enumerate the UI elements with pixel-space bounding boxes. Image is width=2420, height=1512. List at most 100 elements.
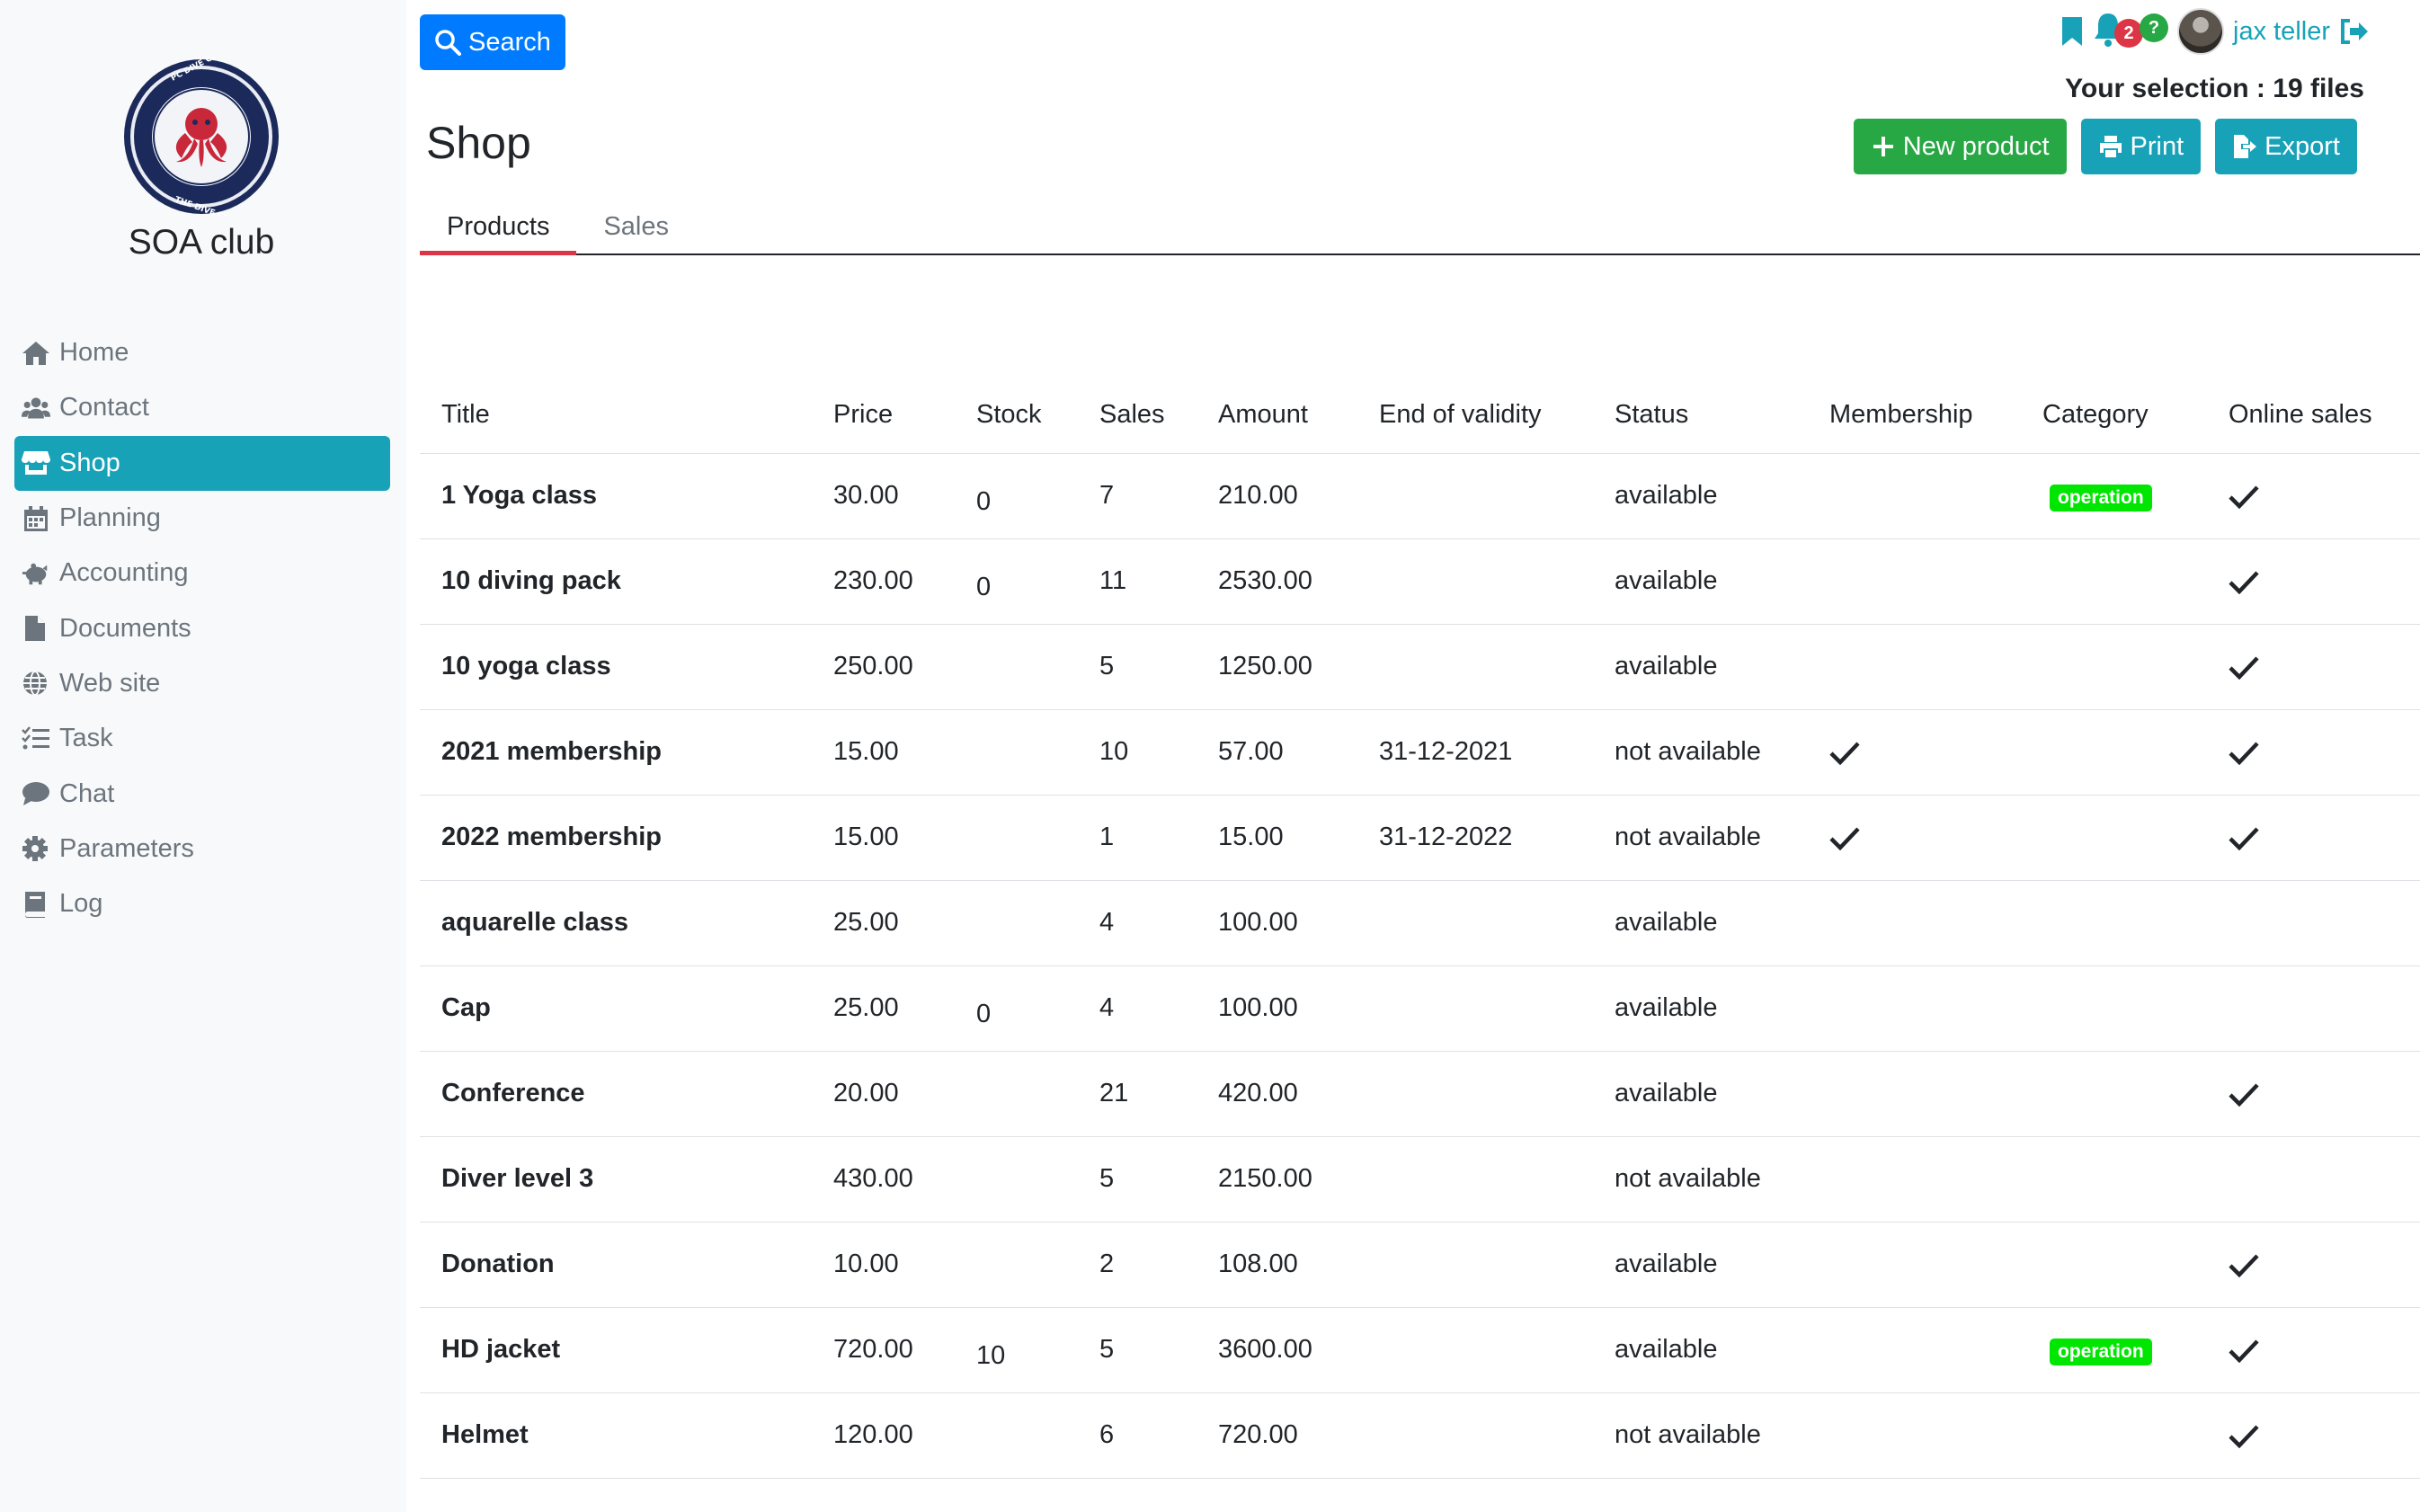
column-header[interactable]: Sales [1078, 378, 1197, 454]
sidebar-item-website[interactable]: Web site [14, 656, 390, 711]
table-row[interactable]: Cap 25.00 0 4 100.00 available [420, 965, 2420, 1052]
tab-sales[interactable]: Sales [576, 201, 696, 253]
sidebar-item-planning[interactable]: Planning [14, 491, 390, 546]
product-price: 720.00 [812, 1307, 955, 1393]
sidebar-item-chat[interactable]: Chat [14, 766, 390, 821]
bookmark-icon[interactable] [2060, 16, 2084, 47]
product-category [2021, 538, 2207, 625]
product-amount: 100.00 [1197, 880, 1357, 966]
print-icon [2099, 136, 2122, 157]
product-online-sales [2207, 709, 2420, 796]
product-stock [955, 709, 1078, 796]
product-category: operation [2021, 453, 2207, 539]
column-header[interactable]: Price [812, 378, 955, 454]
table-row[interactable]: 2022 membership 15.00 1 15.00 31-12-2022 not … [420, 795, 2420, 881]
product-status: available [1593, 1051, 1808, 1137]
product-membership [1808, 1136, 2021, 1223]
product-title[interactable]: 10 diving pack [420, 538, 812, 625]
product-price: 25.00 [812, 965, 955, 1052]
sidebar-item-task[interactable]: Task [14, 711, 390, 766]
product-title[interactable]: 2021 membership [420, 709, 812, 796]
sidebar-item-documents[interactable]: Documents [14, 600, 390, 655]
column-header[interactable]: Stock [955, 378, 1078, 454]
sidebar-item-parameters[interactable]: Parameters [14, 822, 390, 876]
sidebar-item-label: Web site [59, 668, 161, 698]
product-sales: 1 [1078, 795, 1197, 881]
product-end-of-validity [1357, 1307, 1593, 1393]
search-button-label: Search [468, 27, 551, 57]
column-header[interactable]: Title [420, 378, 812, 454]
book-icon [22, 891, 58, 918]
column-header[interactable]: End of validity [1357, 378, 1593, 454]
product-category [2021, 1136, 2207, 1223]
sidebar-item-home[interactable]: Home [14, 325, 390, 380]
product-title[interactable]: 10 yoga class [420, 624, 812, 710]
table-row[interactable]: aquarelle class 25.00 4 100.00 available [420, 880, 2420, 966]
product-title[interactable]: Donation [420, 1222, 812, 1308]
product-sales: 11 [1078, 538, 1197, 625]
column-header[interactable]: Online sales [2207, 378, 2420, 454]
product-end-of-validity: 31-12-2022 [1357, 795, 1593, 881]
product-category [2021, 1222, 2207, 1308]
table-row[interactable]: 1 Yoga class 30.00 0 7 210.00 available operat… [420, 453, 2420, 539]
table-row[interactable]: 2021 membership 15.00 10 57.00 31-12-2021 not… [420, 709, 2420, 796]
product-title[interactable]: HD jacket [420, 1307, 812, 1393]
table-body: 1 Yoga class 30.00 0 7 210.00 available operat… [420, 453, 2420, 1479]
table-row[interactable]: Helmet 120.00 6 720.00 not available [420, 1392, 2420, 1479]
check-icon [2229, 740, 2420, 765]
new-product-button[interactable]: New product [1853, 119, 2067, 174]
column-header[interactable]: Membership [1808, 378, 2021, 454]
products-table: Title Price Stock Sales Amount End of validit… [420, 378, 2420, 1479]
product-title[interactable]: Cap [420, 965, 812, 1052]
sidebar-item-contact[interactable]: Contact [14, 380, 390, 435]
table-row[interactable]: Conference 20.00 21 420.00 available [420, 1051, 2420, 1137]
column-header[interactable]: Amount [1197, 378, 1357, 454]
table-row[interactable]: 10 diving pack 230.00 0 11 2530.00 available [420, 538, 2420, 625]
category-badge: operation [2050, 1338, 2152, 1365]
sidebar-item-log[interactable]: Log [14, 876, 390, 931]
product-online-sales [2207, 624, 2420, 710]
sidebar: PC DIVE CLUB THE DIVE CLUB SOA club Home… [0, 0, 406, 1512]
product-title[interactable]: Conference [420, 1051, 812, 1137]
sidebar-item-label: Parameters [59, 833, 194, 863]
club-logo[interactable]: PC DIVE CLUB THE DIVE CLUB [122, 58, 280, 216]
product-price: 20.00 [812, 1051, 955, 1137]
product-online-sales [2207, 1392, 2420, 1479]
search-button[interactable]: Search [420, 14, 565, 70]
product-title[interactable]: Diver level 3 [420, 1136, 812, 1223]
sidebar-item-shop[interactable]: Shop [14, 435, 390, 491]
notifications[interactable]: 2 ? [2093, 10, 2168, 53]
file-icon [22, 615, 58, 642]
product-amount: 57.00 [1197, 709, 1357, 796]
users-icon [22, 395, 58, 422]
print-label: Print [2130, 131, 2184, 161]
sidebar-item-label: Log [59, 889, 103, 919]
product-end-of-validity [1357, 538, 1593, 625]
table-row[interactable]: Diver level 3 430.00 5 2150.00 not available [420, 1136, 2420, 1223]
table-row[interactable]: 10 yoga class 250.00 5 1250.00 available [420, 624, 2420, 710]
product-price: 250.00 [812, 624, 955, 710]
product-status: available [1593, 1307, 1808, 1393]
column-header[interactable]: Status [1593, 378, 1808, 454]
product-title[interactable]: 1 Yoga class [420, 453, 812, 539]
table-row[interactable]: Donation 10.00 2 108.00 available [420, 1222, 2420, 1308]
product-end-of-validity [1357, 1136, 1593, 1223]
help-icon[interactable]: ? [2140, 13, 2168, 42]
tab-products[interactable]: Products [420, 201, 577, 255]
export-button[interactable]: Export [2215, 119, 2357, 174]
sidebar-item-accounting[interactable]: Accounting [14, 546, 390, 600]
product-amount: 15.00 [1197, 795, 1357, 881]
product-title[interactable]: 2022 membership [420, 795, 812, 881]
check-icon [2229, 484, 2420, 509]
product-sales: 4 [1078, 965, 1197, 1052]
product-status: not available [1593, 1136, 1808, 1223]
print-button[interactable]: Print [2080, 119, 2202, 174]
product-title[interactable]: Helmet [420, 1392, 812, 1479]
user-name-link[interactable]: jax teller [2233, 17, 2330, 47]
sidebar-item-label: Chat [59, 778, 115, 808]
avatar[interactable] [2177, 8, 2224, 55]
logout-icon[interactable] [2339, 18, 2370, 45]
product-title[interactable]: aquarelle class [420, 880, 812, 966]
column-header[interactable]: Category [2021, 378, 2207, 454]
table-row[interactable]: HD jacket 720.00 10 5 3600.00 available operat… [420, 1307, 2420, 1393]
